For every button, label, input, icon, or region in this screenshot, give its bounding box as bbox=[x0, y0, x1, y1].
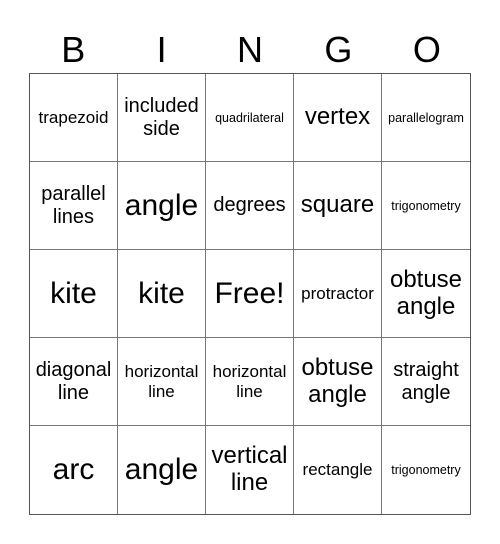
bingo-cell[interactable]: protractor bbox=[294, 250, 382, 338]
bingo-cell[interactable]: angle bbox=[118, 426, 206, 514]
bingo-cell[interactable]: included side bbox=[118, 74, 206, 162]
bingo-cell[interactable]: trapezoid bbox=[30, 74, 118, 162]
bingo-cell[interactable]: quadrilateral bbox=[206, 74, 294, 162]
bingo-cell[interactable]: horizontal line bbox=[206, 338, 294, 426]
bingo-cell[interactable]: kite bbox=[30, 250, 118, 338]
bingo-cell[interactable]: parallel lines bbox=[30, 162, 118, 250]
header-letter-g: G bbox=[324, 29, 353, 70]
bingo-cell[interactable]: arc bbox=[30, 426, 118, 514]
bingo-cell[interactable]: trigonometry bbox=[382, 162, 470, 250]
bingo-cell[interactable]: vertical line bbox=[206, 426, 294, 514]
bingo-cell[interactable]: horizontal line bbox=[118, 338, 206, 426]
bingo-cell[interactable]: rectangle bbox=[294, 426, 382, 514]
bingo-cell[interactable]: parallelogram bbox=[382, 74, 470, 162]
bingo-cell[interactable]: diagonal line bbox=[30, 338, 118, 426]
bingo-grid: trapezoid included side quadrilateral ve… bbox=[29, 73, 471, 515]
bingo-cell[interactable]: degrees bbox=[206, 162, 294, 250]
header-letter-b: B bbox=[61, 29, 86, 70]
bingo-cell[interactable]: square bbox=[294, 162, 382, 250]
free-space-cell[interactable]: Free! bbox=[206, 250, 294, 338]
bingo-cell[interactable]: trigonometry bbox=[382, 426, 470, 514]
bingo-header: B I N G O bbox=[29, 28, 471, 72]
header-letter-n: N bbox=[237, 29, 264, 70]
bingo-cell[interactable]: obtuse angle bbox=[294, 338, 382, 426]
header-letter-i: I bbox=[156, 29, 167, 70]
bingo-cell[interactable]: vertex bbox=[294, 74, 382, 162]
bingo-cell[interactable]: angle bbox=[118, 162, 206, 250]
bingo-cell[interactable]: straight angle bbox=[382, 338, 470, 426]
bingo-cell[interactable]: kite bbox=[118, 250, 206, 338]
header-letter-o: O bbox=[412, 29, 441, 70]
bingo-cell[interactable]: obtuse angle bbox=[382, 250, 470, 338]
